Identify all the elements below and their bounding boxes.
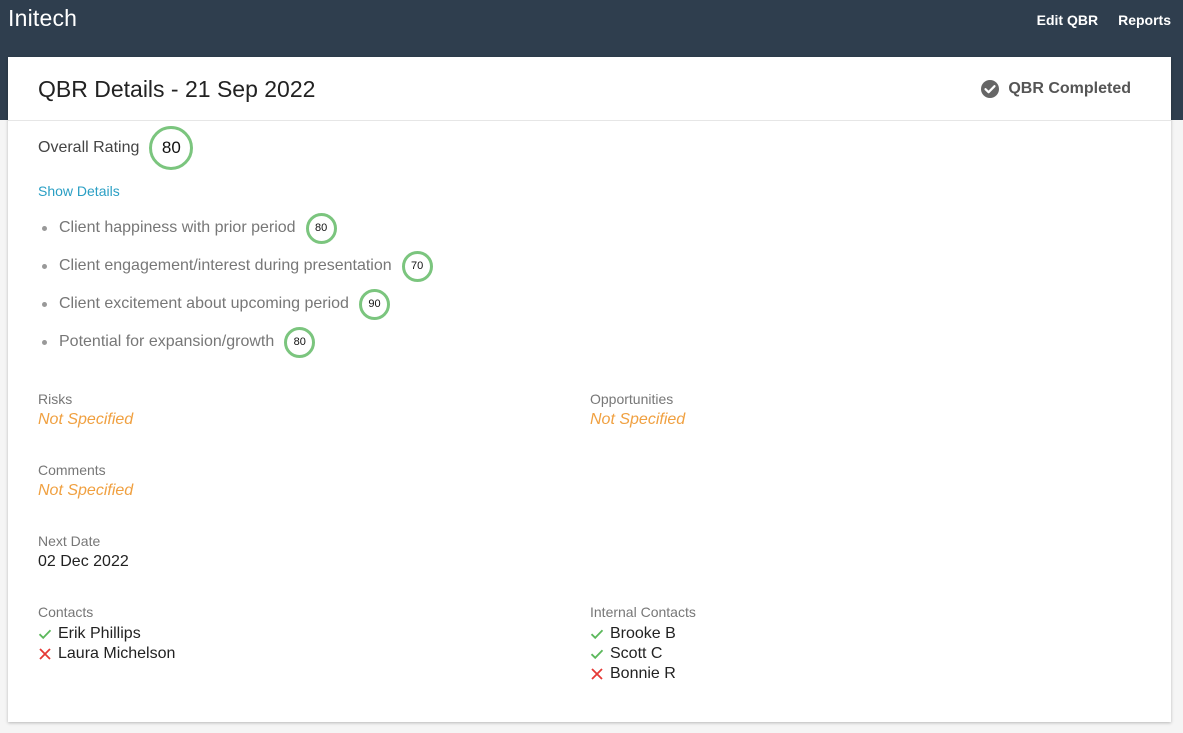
contact-item: Brooke B (590, 624, 696, 644)
internal-contacts-label: Internal Contacts (590, 604, 696, 620)
sub-rating-label: Client excitement about upcoming period (59, 295, 349, 312)
sub-rating-badge: 80 (305, 212, 337, 244)
list-item: Client excitement about upcoming period … (38, 285, 433, 323)
contact-name: Laura Michelson (58, 645, 176, 662)
cross-icon (39, 648, 51, 660)
bullet (42, 263, 47, 269)
internal-contacts-field: Internal Contacts Brooke B Scott C Bonni… (590, 604, 696, 684)
sub-rating-label: Client engagement/interest during presen… (59, 257, 392, 274)
contact-item: Erik Phillips (38, 624, 175, 644)
next-date-label: Next Date (38, 533, 101, 549)
status-badge: QBR Completed (980, 79, 1131, 99)
status-text: QBR Completed (1008, 80, 1131, 97)
sub-rating-label: Potential for expansion/growth (59, 333, 275, 350)
list-item: Client engagement/interest during presen… (38, 247, 433, 285)
contact-name: Bonnie R (610, 665, 676, 682)
cross-icon (591, 668, 603, 680)
bullet (42, 301, 47, 307)
card-header: QBR Details - 21 Sep 2022 QBR Completed (8, 57, 1171, 121)
list-item: Client happiness with prior period 80 (38, 209, 433, 247)
list-item: Potential for expansion/growth 80 (38, 323, 433, 361)
bullet (42, 225, 47, 231)
check-circle-icon (981, 80, 1000, 98)
check-icon (590, 629, 604, 640)
risks-label: Risks (38, 391, 73, 407)
sub-ratings-list: Client happiness with prior period 80 Cl… (38, 209, 433, 361)
contacts-label: Contacts (38, 604, 94, 620)
opportunities-value: Not Specified (590, 411, 686, 428)
contact-item: Laura Michelson (38, 644, 175, 664)
contact-name: Erik Phillips (58, 625, 141, 642)
contact-name: Scott C (610, 645, 663, 662)
risks-field: Risks Not Specified (38, 391, 133, 429)
contact-item: Scott C (590, 644, 696, 664)
sub-rating-badge: 70 (401, 250, 433, 282)
next-date-value: 02 Dec 2022 (38, 553, 129, 570)
bullet (42, 339, 47, 345)
next-date-field: Next Date 02 Dec 2022 (38, 533, 129, 571)
sub-rating-label: Client happiness with prior period (59, 219, 296, 236)
overall-rating: Overall Rating 80 (38, 126, 194, 170)
page-title: QBR Details - 21 Sep 2022 (38, 76, 316, 102)
sub-rating-badge: 90 (358, 288, 390, 320)
check-icon (38, 629, 52, 640)
brand-logo[interactable]: Initech (8, 5, 77, 32)
contact-name: Brooke B (610, 625, 676, 642)
overall-rating-badge: 80 (149, 126, 194, 170)
opportunities-label: Opportunities (590, 391, 674, 407)
show-details-link[interactable]: Show Details (38, 183, 120, 199)
risks-value: Not Specified (38, 411, 134, 428)
qbr-details-card: QBR Details - 21 Sep 2022 QBR Completed … (8, 57, 1171, 722)
comments-field: Comments Not Specified (38, 462, 133, 500)
contacts-field: Contacts Erik Phillips Laura Michelson (38, 604, 175, 664)
overall-rating-label: Overall Rating (38, 139, 140, 156)
edit-qbr-link[interactable]: Edit QBR (1037, 12, 1098, 28)
comments-label: Comments (38, 462, 106, 478)
reports-link[interactable]: Reports (1118, 12, 1171, 28)
opportunities-field: Opportunities Not Specified (590, 391, 685, 429)
contact-item: Bonnie R (590, 664, 696, 684)
top-nav: Edit QBR Reports (1037, 12, 1171, 28)
check-icon (590, 649, 604, 660)
comments-value: Not Specified (38, 482, 134, 499)
sub-rating-badge: 80 (284, 326, 316, 358)
